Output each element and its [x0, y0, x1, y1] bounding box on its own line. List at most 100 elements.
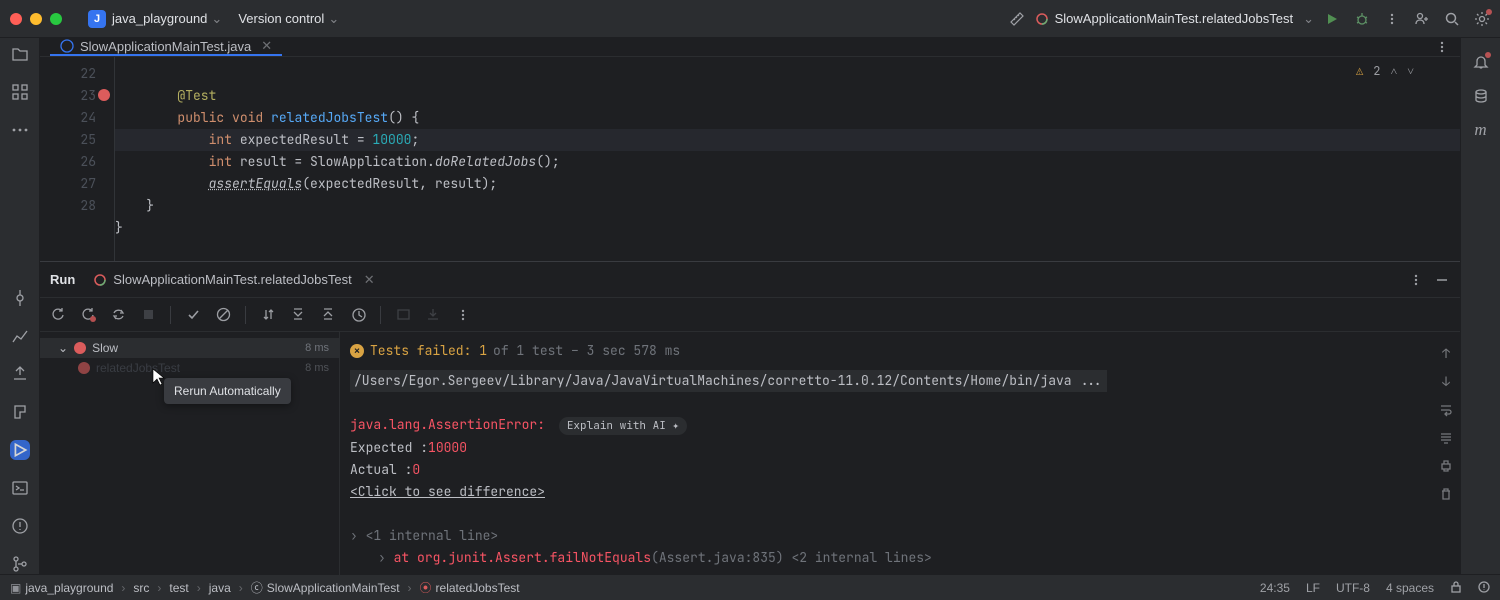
fail-icon — [74, 342, 86, 354]
scroll-down-icon[interactable]: ↓ — [1438, 374, 1454, 390]
more-menu[interactable] — [1384, 11, 1400, 27]
run-header: Run SlowApplicationMainTest.relatedJobsT… — [40, 262, 1460, 298]
internal-lines[interactable]: <1 internal line> — [366, 527, 499, 544]
stop-icon[interactable] — [140, 307, 156, 323]
debug-button[interactable] — [1354, 11, 1370, 27]
more-tools-icon[interactable] — [10, 120, 30, 140]
editor-tab[interactable]: SlowApplicationMainTest.java ✕ — [50, 38, 282, 56]
status-bar: ▣ java_playground› src› test› java› ⓒ Sl… — [0, 574, 1500, 600]
more-run-icon[interactable] — [455, 307, 471, 323]
soft-wrap-icon[interactable] — [1438, 402, 1454, 418]
scroll-to-end-icon[interactable] — [1438, 430, 1454, 446]
next-highlight-icon[interactable]: ˅ — [1407, 63, 1414, 79]
tooltip: Rerun Automatically — [164, 378, 291, 404]
vcs-tool-icon[interactable] — [10, 554, 30, 574]
prev-highlight-icon[interactable]: ˄ — [1390, 63, 1397, 79]
indent-setting[interactable]: 4 spaces — [1386, 581, 1434, 595]
test-config-icon — [1035, 12, 1049, 26]
chevron-down-icon: ⌄ — [58, 341, 68, 355]
maven-icon[interactable]: m — [1473, 122, 1489, 138]
chevron-down-icon: ⌄ — [1303, 11, 1314, 27]
assertion-error: java.lang.AssertionError: — [350, 416, 545, 433]
rerun-failed-icon[interactable] — [80, 307, 96, 323]
clear-icon[interactable] — [1438, 486, 1454, 502]
tab-filename: SlowApplicationMainTest.java — [80, 39, 251, 54]
tests-failed-label: Tests failed: 1 — [370, 340, 487, 362]
caret-position[interactable]: 24:35 — [1260, 581, 1290, 595]
show-ignored-icon[interactable] — [215, 307, 231, 323]
tests-summary: of 1 test – 3 sec 578 ms — [493, 340, 680, 362]
show-passed-icon[interactable] — [185, 307, 201, 323]
run-tab[interactable]: SlowApplicationMainTest.relatedJobsTest … — [85, 268, 382, 292]
explain-with-ai-button[interactable]: Explain with AI ✦ — [559, 417, 687, 435]
database-icon[interactable] — [1473, 88, 1489, 104]
code-area[interactable]: @Test public void relatedJobsTest() { in… — [114, 57, 1460, 261]
project-tool-icon[interactable] — [10, 44, 30, 64]
run-body: Rerun Automatically ⌄Slow 8 ms relatedJo… — [40, 332, 1460, 575]
problems-tool-icon[interactable] — [10, 516, 30, 536]
run-tool-icon[interactable] — [10, 440, 30, 460]
status-right: 24:35 LF UTF-8 4 spaces — [1260, 581, 1490, 595]
notifications-icon[interactable] — [1473, 54, 1489, 70]
breadcrumb[interactable]: ▣ java_playground› src› test› java› ⓒ Sl… — [10, 579, 520, 596]
project-badge: J — [88, 10, 106, 28]
minimize-panel-icon[interactable] — [1434, 272, 1450, 288]
console-output: /Users/Egor.Sergeev/Library/Java/JavaVir… — [340, 370, 1460, 569]
services-tool-icon[interactable] — [10, 402, 30, 422]
close-tab-icon[interactable]: ✕ — [261, 38, 272, 54]
import-icon[interactable] — [395, 307, 411, 323]
structure-tool-icon[interactable] — [10, 82, 30, 102]
fail-icon — [78, 362, 90, 374]
stack-trace-line[interactable]: at org.junit.Assert.failNotEquals — [394, 549, 651, 566]
test-tree-item[interactable]: relatedJobsTest 8 ms — [40, 358, 339, 378]
build-tool-icon[interactable] — [10, 364, 30, 384]
chevron-down-icon: ⌄ — [211, 11, 222, 27]
close-run-tab-icon[interactable]: ✕ — [364, 272, 375, 288]
run-config-selector[interactable]: SlowApplicationMainTest.relatedJobsTest … — [1025, 8, 1324, 30]
code-with-me-icon[interactable] — [1414, 11, 1430, 27]
vcs-menu[interactable]: Version control ⌄ — [230, 7, 347, 31]
code-editor[interactable]: 22 23 24 25 26 27 28 @Test public void r… — [40, 57, 1460, 261]
toggle-auto-rerun-icon[interactable] — [110, 307, 126, 323]
tab-options-icon[interactable] — [1434, 39, 1450, 55]
minimize-window[interactable] — [30, 13, 42, 25]
test-tree[interactable]: Rerun Automatically ⌄Slow 8 ms relatedJo… — [40, 332, 340, 575]
history-icon[interactable] — [350, 307, 366, 323]
line-separator[interactable]: LF — [1306, 581, 1320, 595]
close-window[interactable] — [10, 13, 22, 25]
ide-status-icon[interactable] — [1478, 581, 1490, 595]
scroll-up-icon[interactable]: ↑ — [1438, 346, 1454, 362]
see-difference-link[interactable]: <Click to see difference> — [350, 483, 545, 500]
rerun-icon[interactable] — [50, 307, 66, 323]
title-bar: J java_playground ⌄ Version control ⌄ Sl… — [0, 0, 1500, 38]
breakpoint-line[interactable]: 23 — [40, 85, 96, 107]
inspection-widget[interactable]: ⚠2 ˄ ˅ — [1356, 63, 1414, 79]
error-badge-icon: ✕ — [350, 344, 364, 358]
settings-icon[interactable] — [1474, 11, 1490, 27]
window-controls — [10, 13, 62, 25]
run-toolbar — [40, 298, 1460, 332]
test-console[interactable]: ✕ Tests failed: 1 of 1 test – 3 sec 578 … — [340, 332, 1460, 575]
readonly-icon[interactable] — [1450, 581, 1462, 595]
profiler-tool-icon[interactable] — [10, 326, 30, 346]
print-icon[interactable] — [1438, 458, 1454, 474]
project-selector[interactable]: J java_playground ⌄ — [80, 6, 230, 32]
search-icon[interactable] — [1444, 11, 1460, 27]
ruler-icon[interactable] — [1009, 11, 1025, 27]
run-options-icon[interactable] — [1408, 272, 1424, 288]
sort-icon[interactable] — [260, 307, 276, 323]
left-tool-rail — [0, 38, 40, 574]
collapse-all-icon[interactable] — [320, 307, 336, 323]
run-button[interactable] — [1324, 11, 1340, 27]
zoom-window[interactable] — [50, 13, 62, 25]
commit-tool-icon[interactable] — [10, 288, 30, 308]
file-encoding[interactable]: UTF-8 — [1336, 581, 1370, 595]
expand-all-icon[interactable] — [290, 307, 306, 323]
test-status-bar: ✕ Tests failed: 1 of 1 test – 3 sec 578 … — [340, 338, 1460, 364]
run-title: Run — [50, 272, 75, 287]
export-icon[interactable] — [425, 307, 441, 323]
run-tool-window: Run SlowApplicationMainTest.relatedJobsT… — [40, 261, 1460, 575]
terminal-tool-icon[interactable] — [10, 478, 30, 498]
test-tree-root[interactable]: ⌄Slow 8 ms — [40, 338, 339, 358]
vcs-label: Version control — [238, 11, 324, 26]
